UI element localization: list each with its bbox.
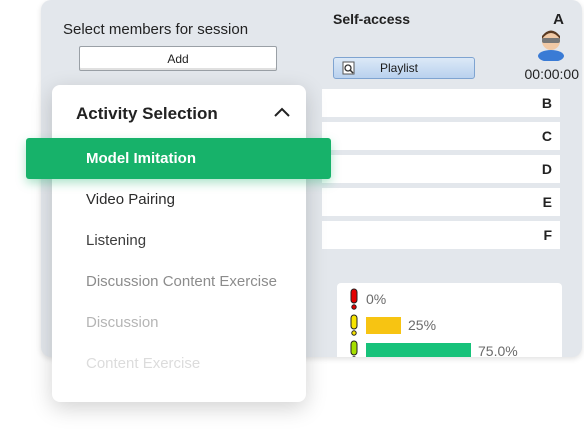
progress-row-1: 25% [337, 314, 436, 336]
magnifier-icon [342, 61, 355, 75]
exclamation-icon [350, 340, 358, 357]
activity-item-discussion[interactable]: Discussion [86, 314, 159, 331]
select-members-label: Select members for session [63, 21, 249, 38]
add-button[interactable]: Add [79, 46, 277, 71]
activity-item-video-pairing[interactable]: Video Pairing [86, 191, 175, 208]
exclamation-icon [350, 314, 358, 336]
progress-label-2: 75.0% [478, 343, 518, 357]
row-letter-a: A [553, 11, 564, 28]
progress-label-1: 25% [408, 317, 437, 333]
progress-card: 0% 25% 75.0% [337, 283, 562, 357]
dropdown-title: Activity Selection [76, 104, 218, 123]
progress-bar-2 [366, 342, 471, 357]
activity-item-listening[interactable]: Listening [86, 232, 146, 249]
progress-bar-1 [366, 316, 401, 334]
activity-item-content-exercise[interactable]: Content Exercise [86, 355, 200, 372]
chevron-up-icon[interactable] [274, 107, 290, 117]
row-c[interactable]: C [322, 122, 560, 150]
progress-row-2: 75.0% [337, 340, 518, 357]
row-f[interactable]: F [322, 221, 560, 249]
progress-label-0: 0% [366, 291, 387, 307]
activity-selection-dropdown[interactable]: Activity Selection Video Pairing Listeni… [52, 85, 306, 402]
avatar-icon [538, 30, 564, 61]
activity-item-model-imitation[interactable]: Model Imitation [26, 138, 331, 179]
playlist-label: Playlist [380, 61, 419, 75]
row-e[interactable]: E [322, 188, 560, 216]
progress-row-0: 0% [337, 288, 386, 310]
exclamation-icon [350, 288, 358, 310]
session-timer: 00:00:00 [524, 66, 580, 82]
self-access-title: Self-access [333, 11, 411, 27]
playlist-button[interactable]: Playlist [333, 57, 475, 79]
row-d[interactable]: D [322, 155, 560, 183]
self-access-area: Self-access A 00:00:00 Playlist B C D E … [322, 0, 582, 357]
row-b[interactable]: B [322, 89, 560, 117]
activity-item-discussion-content-exercise[interactable]: Discussion Content Exercise [86, 273, 277, 290]
